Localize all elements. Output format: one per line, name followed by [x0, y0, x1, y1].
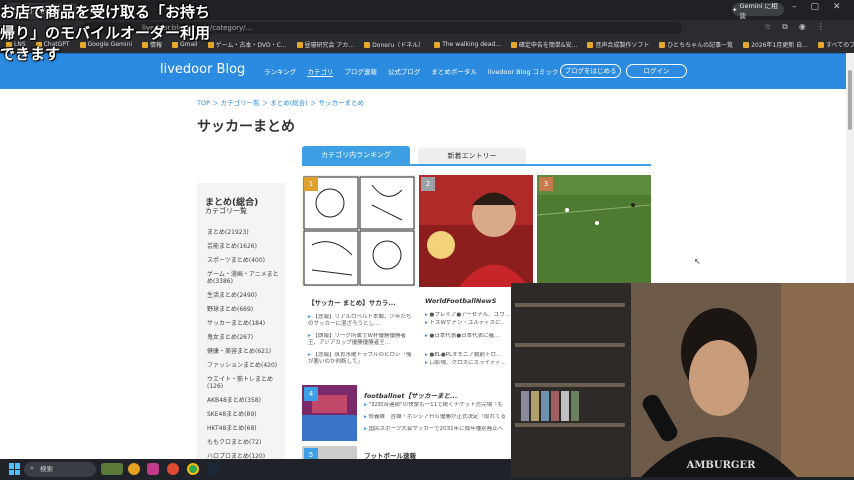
site-nav: ランキング カテゴリ ブログ速報 公式ブログ まとめポータル livedoor … [264, 66, 559, 77]
bookmark-item[interactable]: Doneru（ドネル） [364, 40, 424, 49]
all-bookmarks[interactable]: すべてのブックマーク [817, 40, 854, 49]
sidebar-item[interactable]: 芸能まとめ(1626) [207, 243, 282, 250]
search-icon: ⌕ [30, 464, 34, 472]
stream-caption: お店で商品を受け取る「お持ち 帰り」のモバイルオーダー利用 できます [0, 2, 210, 65]
caption-line: できます [0, 45, 61, 63]
card-item[interactable]: ●EL●PLオモニア戦前トロ... [425, 352, 517, 359]
card-item[interactable]: トスWゲチン・ユルディズに.. [425, 320, 517, 327]
sidebar-item[interactable]: AKB48まとめ(358) [207, 397, 282, 404]
gemini-label: Gemini に相談 [739, 1, 778, 20]
app-icon[interactable] [147, 463, 159, 475]
card-item[interactable]: ●日本代表●日本代表に確... [425, 333, 517, 340]
webcam-image: AMBURGER [511, 283, 854, 477]
maximize-icon[interactable]: ▢ [811, 2, 820, 12]
bookmark-item[interactable]: ひとちちゃんの記事一覧 [659, 40, 733, 49]
ranking-card-4[interactable]: 4 footballnet【サッカーまと... "32試合連続"の快挙も一11で… [302, 385, 518, 441]
caption-line: 帰り」のモバイルオーダー利用 [0, 24, 211, 42]
windows-start-icon[interactable] [9, 463, 21, 475]
webcam-overlay: AMBURGER [511, 283, 854, 477]
steam-icon[interactable] [207, 463, 219, 475]
tab-new-entries[interactable]: 新着エントリー [418, 148, 526, 164]
bookmark-item[interactable]: 音声合成製作ソフト [587, 40, 649, 49]
widget-icon[interactable] [101, 463, 123, 475]
rank-badge: 1 [304, 177, 318, 191]
sidebar-subtitle: カテゴリ一覧 [205, 207, 247, 215]
sidebar-item[interactable]: 健康・美容まとめ(621) [207, 348, 282, 355]
gemini-button[interactable]: ✦ Gemini に相談 [732, 2, 784, 20]
app-icon[interactable] [128, 463, 140, 475]
sidebar-item[interactable]: ウエイト・筋トレまとめ(126) [207, 376, 282, 390]
sidebar-item[interactable]: 生活まとめ(2490) [207, 292, 282, 299]
app-icon[interactable] [167, 463, 179, 475]
tab-category-ranking[interactable]: カテゴリ内ランキング [302, 146, 410, 164]
profile-icon[interactable]: ◉ [799, 22, 806, 32]
bookmark-item[interactable]: 昼寝研究会 アカ... [296, 40, 354, 49]
card-title[interactable]: 【サッカー まとめ】サカラ... [308, 297, 416, 307]
card-title[interactable]: footballnet【サッカーまと... [364, 390, 514, 400]
sidebar-item[interactable]: ファッションまとめ(420) [207, 362, 282, 369]
caption-line: お店で商品を受け取る「お持ち [0, 3, 211, 21]
close-window-icon[interactable]: ✕ [833, 2, 841, 12]
menu-icon[interactable]: ⋮ [817, 22, 825, 32]
ranking-card-1[interactable]: 1 【サッカー まとめ】サカラ... 【悲報】リアルロベルト本郷、少年たちのサッ… [302, 175, 416, 380]
bookmark-item[interactable]: 確定申告を簡単&安... [510, 40, 577, 49]
sidebar-item[interactable]: ももクロまとめ(72) [207, 439, 282, 446]
svg-text:AMBURGER: AMBURGER [686, 460, 756, 471]
taskbar-search[interactable]: 検索 [24, 462, 96, 477]
card-item[interactable]: 口影場、クロスにスライディ... [425, 360, 517, 367]
page-title: サッカーまとめ [197, 119, 295, 135]
sidebar-item[interactable]: ゲーム・漫画・アニメまとめ(3386) [207, 271, 282, 285]
bookmark-item[interactable]: ゲーム・古本・DVD・C... [207, 40, 287, 49]
star-icon[interactable]: ☆ [764, 22, 771, 32]
chrome-icon[interactable] [187, 463, 199, 475]
card-item[interactable]: 【朗報】リーグ所属でW杯優勝優勝者王、アジアカップ優勝優勝者王... [308, 333, 416, 347]
scrollbar-thumb[interactable] [848, 70, 852, 130]
start-blog-button[interactable]: ブログをはじめる [560, 64, 621, 78]
bookmark-item[interactable]: 2026年1月更新 自... [743, 40, 808, 49]
manga-thumbnail[interactable] [302, 175, 416, 287]
rank-badge: 4 [304, 387, 318, 401]
nav-ranking[interactable]: ランキング [264, 66, 296, 77]
nav-blog-news[interactable]: ブログ速報 [344, 66, 377, 77]
tab-underline [302, 164, 651, 166]
nav-official-blog[interactable]: 公式ブログ [388, 66, 421, 77]
player-photo-thumbnail[interactable] [419, 175, 533, 287]
card-item[interactable]: 【悲報】リアルロベルト本郷、少年たちのサッカーに混ざろうとし... [308, 314, 416, 328]
sidebar-item[interactable]: HKT48まとめ(68) [207, 425, 282, 432]
sidebar-item[interactable]: 野球まとめ(669) [207, 306, 282, 313]
card-item[interactable]: 国民スポーツ大会サッカーで2031年に成年種別廃止へ [364, 426, 514, 433]
sidebar-list: まとめ(21923) 芸能まとめ(1626) スポーツまとめ(400) ゲーム・… [207, 229, 282, 467]
card-item[interactable]: "32試合連続"の快挙も一11で続くチケット売完場「も [364, 402, 514, 409]
toolbar-icons: ☆ ⧉ ◉ ⋮ [764, 22, 825, 32]
mouse-cursor-icon: ↖ [694, 257, 701, 266]
sidebar-item[interactable]: スポーツまとめ(400) [207, 257, 282, 264]
nav-comic[interactable]: livedoor Blog コミック [488, 66, 559, 77]
sidebar-item[interactable]: サッカーまとめ(184) [207, 320, 282, 327]
ranking-card-3[interactable]: 3 [536, 175, 652, 285]
card-item[interactable]: ●プレミア●アーセナル、ユウ... [425, 312, 517, 319]
sidebar-item[interactable]: SKE48まとめ(89) [207, 411, 282, 418]
rank-badge: 3 [539, 177, 553, 191]
minimize-icon[interactable]: – [792, 2, 797, 12]
nav-matome-portal[interactable]: まとめポータル [431, 66, 477, 77]
ranking-card-5[interactable]: 5 フットボール速報 [302, 446, 518, 462]
breadcrumb[interactable]: TOP ＞ カテゴリ一覧 ＞ まとめ(総合) ＞ サッカーまとめ [197, 97, 364, 107]
rank-badge: 2 [421, 177, 435, 191]
window-controls: – ▢ ✕ [792, 2, 841, 12]
sidebar-item[interactable]: 鬼女まとめ(267) [207, 334, 282, 341]
soccer-field-thumbnail[interactable] [536, 175, 652, 285]
card-item[interactable]: 【悲報】筑肯水曜トラブルのヒロシ「俺が悪いのか判断して」 [308, 352, 416, 366]
sparkle-icon: ✦ [732, 5, 738, 14]
sidebar-item[interactable]: まとめ(21923) [207, 229, 282, 236]
login-button[interactable]: ログイン [626, 64, 687, 78]
nav-category[interactable]: カテゴリ [307, 66, 334, 77]
card-item[interactable]: 修義雄 吉雄・ポシシアＨＧ優勝が正式決定「取れてる [364, 414, 514, 421]
bookmark-item[interactable]: The walking dead... [434, 41, 501, 48]
extensions-icon[interactable]: ⧉ [782, 22, 788, 32]
